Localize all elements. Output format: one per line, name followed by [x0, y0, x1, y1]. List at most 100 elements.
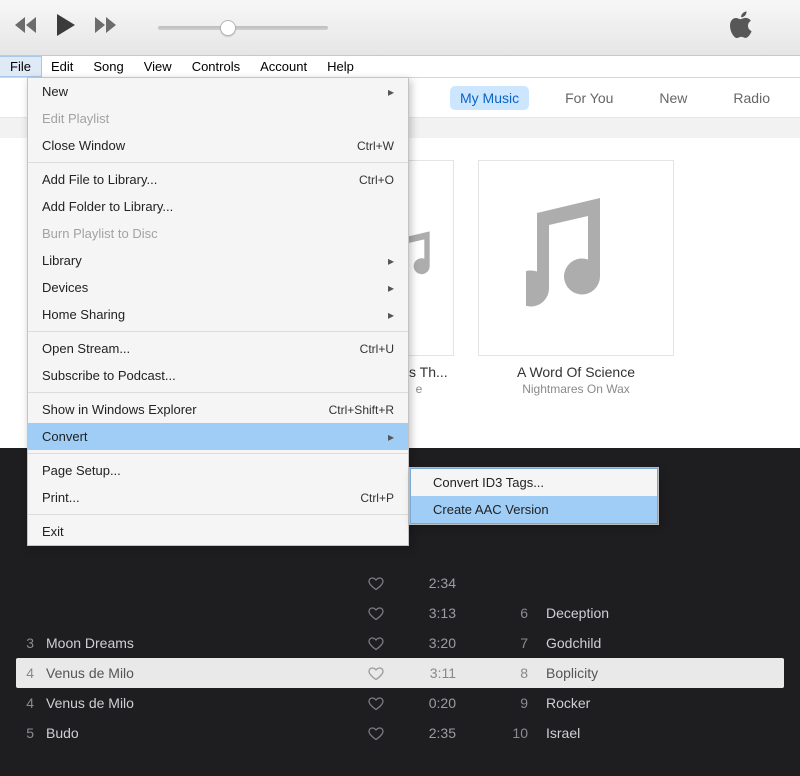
file-menu-dropdown: New ▸ Edit Playlist Close Window Ctrl+W Add F… — [27, 77, 409, 546]
heart-icon[interactable] — [346, 605, 406, 621]
heart-icon[interactable] — [346, 635, 406, 651]
volume-slider-knob[interactable] — [220, 20, 236, 36]
track-row[interactable]: 3Moon Dreams3:207Godchild — [16, 628, 784, 658]
menu-controls[interactable]: Controls — [182, 57, 250, 76]
heart-icon[interactable] — [346, 695, 406, 711]
track-number: 4 — [20, 695, 46, 711]
track-row[interactable]: 2:34 — [16, 568, 784, 598]
menu-item-show-in-windows-explorer[interactable]: Show in Windows ExplorerCtrl+Shift+R — [28, 396, 408, 423]
track-title: Budo — [46, 725, 346, 741]
menu-item-exit[interactable]: Exit — [28, 518, 408, 545]
track-number: 6 — [456, 605, 546, 621]
menu-item-edit-playlist: Edit Playlist — [28, 105, 408, 132]
menu-item-library[interactable]: Library▸ — [28, 247, 408, 274]
track-number: 8 — [456, 665, 546, 681]
menu-item-open-stream[interactable]: Open Stream...Ctrl+U — [28, 335, 408, 362]
tab-for-you[interactable]: For You — [555, 86, 623, 110]
track-row[interactable]: 3:136Deception — [16, 598, 784, 628]
menu-item-label: Edit Playlist — [42, 111, 109, 126]
track-duration: 3:20 — [406, 635, 456, 651]
menu-bar: FileEditSongViewControlsAccountHelp — [0, 56, 800, 78]
track-row[interactable]: 5Budo2:3510Israel — [16, 718, 784, 748]
play-icon[interactable] — [56, 14, 76, 41]
submenu-item-convert-id3-tags[interactable]: Convert ID3 Tags... — [411, 469, 657, 496]
track-title: Israel — [546, 725, 780, 741]
menu-item-devices[interactable]: Devices▸ — [28, 274, 408, 301]
menu-item-new[interactable]: New ▸ — [28, 78, 408, 105]
menu-item-shortcut: Ctrl+O — [359, 173, 394, 187]
track-title: Rocker — [546, 695, 780, 711]
track-duration: 2:35 — [406, 725, 456, 741]
menu-item-label: New — [42, 84, 68, 99]
menu-item-label: Home Sharing — [42, 307, 125, 322]
chevron-right-icon: ▸ — [388, 430, 394, 444]
next-icon[interactable] — [94, 17, 118, 38]
menu-item-label: Burn Playlist to Disc — [42, 226, 158, 241]
menu-item-label: Print... — [42, 490, 80, 505]
menu-item-label: Subscribe to Podcast... — [42, 368, 176, 383]
track-duration: 3:13 — [406, 605, 456, 621]
album-title: A Word Of Science — [478, 364, 674, 380]
tab-new[interactable]: New — [649, 86, 697, 110]
menu-item-print[interactable]: Print... Ctrl+P — [28, 484, 408, 511]
menu-edit[interactable]: Edit — [41, 57, 83, 76]
menu-item-convert[interactable]: Convert ▸ — [28, 423, 408, 450]
track-number: 7 — [456, 635, 546, 651]
menu-item-shortcut: Ctrl+W — [357, 139, 394, 153]
album-artist: Nightmares On Wax — [478, 382, 674, 396]
track-title: Venus de Milo — [46, 695, 346, 711]
track-title: Venus de Milo — [46, 665, 346, 681]
track-row[interactable]: 4Venus de Milo 3:118Boplicity — [16, 658, 784, 688]
heart-icon[interactable] — [346, 665, 406, 681]
tab-my-music[interactable]: My Music — [450, 86, 529, 110]
menu-separator — [28, 331, 408, 332]
menu-item-label: Page Setup... — [42, 463, 121, 478]
menu-song[interactable]: Song — [83, 57, 133, 76]
menu-item-shortcut: Ctrl+Shift+R — [329, 403, 394, 417]
menu-item-shortcut: Ctrl+U — [360, 342, 394, 356]
submenu-item-create-aac-version[interactable]: Create AAC Version — [411, 496, 657, 523]
menu-item-label: Close Window — [42, 138, 125, 153]
menu-separator — [28, 514, 408, 515]
album-card[interactable]: A Word Of Science Nightmares On Wax — [478, 160, 674, 396]
menu-item-home-sharing[interactable]: Home Sharing ▸ — [28, 301, 408, 328]
menu-item-label: Add File to Library... — [42, 172, 157, 187]
playback-controls — [14, 14, 118, 41]
track-title: Moon Dreams — [46, 635, 346, 651]
menu-item-label: Add Folder to Library... — [42, 199, 173, 214]
menu-item-page-setup[interactable]: Page Setup... — [28, 457, 408, 484]
track-duration: 0:20 — [406, 695, 456, 711]
track-duration: 3:11 — [406, 665, 456, 681]
menu-item-shortcut: Ctrl+P — [360, 491, 394, 505]
menu-file[interactable]: File — [0, 57, 41, 76]
album-art-icon — [478, 160, 674, 356]
volume-slider[interactable] — [158, 26, 328, 30]
menu-item-label: Convert — [42, 429, 88, 444]
menu-view[interactable]: View — [134, 57, 182, 76]
player-toolbar — [0, 0, 800, 56]
track-number: 9 — [456, 695, 546, 711]
menu-item-close-window[interactable]: Close Window Ctrl+W — [28, 132, 408, 159]
convert-submenu: Convert ID3 Tags...Create AAC Version — [410, 468, 658, 524]
track-title: Godchild — [546, 635, 780, 651]
menu-account[interactable]: Account — [250, 57, 317, 76]
menu-separator — [28, 453, 408, 454]
heart-icon[interactable] — [346, 575, 406, 591]
menu-item-subscribe-to-podcast[interactable]: Subscribe to Podcast... — [28, 362, 408, 389]
apple-logo-icon — [730, 11, 754, 44]
previous-icon[interactable] — [14, 17, 38, 38]
menu-separator — [28, 392, 408, 393]
track-title: Boplicity — [546, 665, 780, 681]
menu-item-label: Devices — [42, 280, 88, 295]
chevron-right-icon: ▸ — [388, 85, 394, 99]
menu-help[interactable]: Help — [317, 57, 364, 76]
track-number: 10 — [456, 725, 546, 741]
track-number: 4 — [20, 665, 46, 681]
tab-radio[interactable]: Radio — [723, 86, 780, 110]
menu-item-add-folder-to-library[interactable]: Add Folder to Library... — [28, 193, 408, 220]
menu-item-burn-playlist-to-disc: Burn Playlist to Disc — [28, 220, 408, 247]
heart-icon[interactable] — [346, 725, 406, 741]
menu-item-add-file-to-library[interactable]: Add File to Library... Ctrl+O — [28, 166, 408, 193]
chevron-right-icon: ▸ — [388, 308, 394, 322]
track-row[interactable]: 4Venus de Milo 0:209Rocker — [16, 688, 784, 718]
